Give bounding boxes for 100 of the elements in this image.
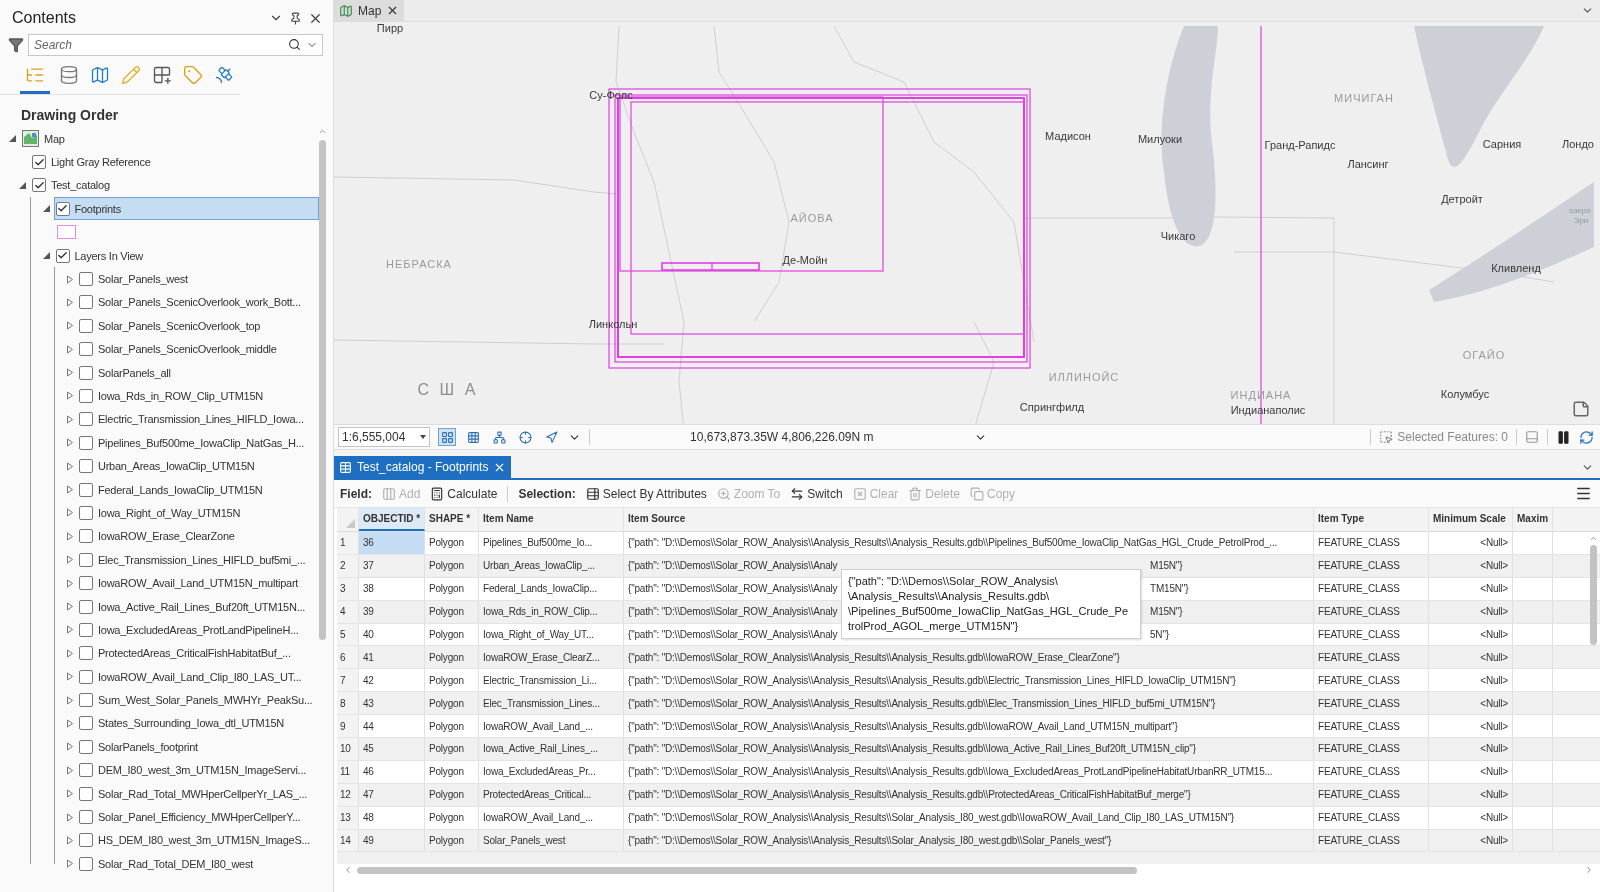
- column-header[interactable]: Item Type: [1314, 508, 1429, 531]
- layer-checkbox[interactable]: [79, 669, 93, 684]
- row-number[interactable]: 11: [337, 760, 359, 783]
- layer-item[interactable]: Electric_Transmission_Lines_HIFLD_Iowa...: [77, 407, 319, 431]
- search-field[interactable]: Search: [28, 34, 323, 56]
- layer-checkbox[interactable]: [79, 693, 93, 708]
- layer-checkbox[interactable]: [79, 552, 93, 567]
- layer-item[interactable]: Layers In View: [53, 244, 319, 268]
- layer-item[interactable]: SolarPanels_footprint: [77, 735, 319, 759]
- layer-checkbox[interactable]: [79, 505, 93, 520]
- scroll-up-icon[interactable]: [317, 127, 327, 136]
- layer-checkbox[interactable]: [32, 155, 46, 170]
- toolbar-button[interactable]: Switch: [790, 486, 843, 501]
- layer-item[interactable]: HS_DEM_I80_west_3m_UTM15N_ImageS...: [77, 828, 319, 852]
- row-number[interactable]: 9: [337, 715, 359, 737]
- menu-icon[interactable]: [1575, 485, 1592, 502]
- filter-icon[interactable]: [8, 37, 24, 53]
- layer-checkbox[interactable]: [79, 576, 93, 591]
- row-number[interactable]: 4: [337, 600, 359, 623]
- row-number[interactable]: 3: [337, 577, 359, 600]
- row-number[interactable]: 12: [337, 783, 359, 806]
- row-number[interactable]: 8: [337, 692, 359, 715]
- layer-item[interactable]: Pipelines_Buf500me_IowaClip_NatGas_H...: [77, 431, 319, 455]
- layer-checkbox[interactable]: [79, 856, 93, 871]
- row-number[interactable]: 2: [337, 554, 359, 577]
- layer-checkbox[interactable]: [79, 482, 93, 497]
- layer-item[interactable]: Iowa_ExcludedAreas_ProtLandPipelineH...: [77, 618, 319, 642]
- layer-item[interactable]: Light Gray Reference: [30, 150, 319, 174]
- column-header[interactable]: OBJECTID *: [359, 508, 425, 531]
- layer-checkbox[interactable]: [79, 599, 93, 614]
- search-icon[interactable]: [288, 38, 301, 51]
- map-tool[interactable]: [516, 428, 534, 446]
- pin-icon[interactable]: [289, 11, 302, 25]
- layer-item[interactable]: Solar_Panels_ScenicOverlook_middle: [77, 337, 319, 361]
- layer-checkbox[interactable]: [79, 833, 93, 848]
- note-icon[interactable]: [1572, 400, 1590, 418]
- layer-checkbox[interactable]: [55, 201, 70, 216]
- column-header[interactable]: Item Name: [479, 508, 624, 531]
- layer-checkbox[interactable]: [79, 716, 93, 731]
- layer-item[interactable]: Solar_Panel_Efficiency_MWHperCellperY...: [77, 805, 319, 829]
- scroll-left-icon[interactable]: [343, 865, 353, 876]
- layer-checkbox[interactable]: [79, 389, 93, 403]
- scroll-right-icon[interactable]: [1584, 865, 1594, 876]
- layer-item[interactable]: ProtectedAreas_CriticalFishHabitatBuf_...: [77, 641, 319, 665]
- layer-checkbox[interactable]: [79, 295, 93, 310]
- layer-item[interactable]: Iowa_Rds_in_ROW_Clip_UTM15N: [77, 384, 319, 408]
- layer-item[interactable]: Iowa_Right_of_Way_UTM15N: [77, 501, 319, 525]
- row-number[interactable]: 14: [337, 829, 359, 852]
- map-tool[interactable]: [438, 428, 456, 446]
- layer-checkbox[interactable]: [79, 622, 93, 637]
- layer-item[interactable]: IowaROW_Avail_Land_Clip_I80_LAS_UT...: [77, 665, 319, 689]
- table-tab[interactable]: Test_catalog - Footprints: [334, 456, 512, 478]
- layer-item[interactable]: Solar_Rad_Total_DEM_I80_west: [77, 852, 319, 876]
- layer-item[interactable]: Solar_Rad_Total_MWHperCellperYr_LAS_...: [77, 782, 319, 806]
- row-number[interactable]: 1: [337, 532, 359, 554]
- row-number[interactable]: 13: [337, 806, 359, 829]
- layer-item[interactable]: IowaROW_Avail_Land_UTM15N_multipart: [77, 571, 319, 595]
- column-header[interactable]: Maxim: [1513, 508, 1553, 531]
- layer-item[interactable]: Urban_Areas_IowaClip_UTM15N: [77, 454, 319, 478]
- layer-item[interactable]: Solar_Panels_ScenicOverlook_work_Bott...: [77, 290, 319, 314]
- layer-item[interactable]: SolarPanels_all: [77, 361, 319, 385]
- column-header[interactable]: Item Source: [624, 508, 1314, 531]
- toolbar-button[interactable]: Calculate: [430, 486, 498, 501]
- layer-item[interactable]: Iowa_Active_Rail_Lines_Buf20ft_UTM15N...: [77, 595, 319, 618]
- pause-icon[interactable]: [1556, 429, 1571, 445]
- column-header[interactable]: Minimum Scale: [1429, 508, 1513, 531]
- map-tool[interactable]: [490, 428, 508, 446]
- layer-item[interactable]: Federal_Lands_IowaClip_UTM15N: [77, 478, 319, 502]
- layer-checkbox[interactable]: [79, 763, 93, 778]
- layer-checkbox[interactable]: [79, 739, 93, 754]
- layer-checkbox[interactable]: [79, 786, 93, 801]
- row-number[interactable]: 5: [337, 623, 359, 646]
- vertical-scrollbar[interactable]: [1588, 534, 1598, 645]
- layer-item[interactable]: Footprints: [53, 197, 319, 221]
- layer-checkbox[interactable]: [79, 646, 93, 661]
- layer-item[interactable]: Test_catalog: [30, 173, 319, 197]
- layer-item[interactable]: DEM_I80_west_3m_UTM15N_ImageServi...: [77, 758, 319, 782]
- row-number[interactable]: 6: [337, 646, 359, 669]
- layer-item[interactable]: States_Surrounding_Iowa_dtl_UTM15N: [77, 711, 319, 735]
- layer-checkbox[interactable]: [79, 810, 93, 824]
- layer-item[interactable]: Elec_Transmission_Lines_HIFLD_buf5mi_...: [77, 548, 319, 572]
- scroll-up-icon[interactable]: [1588, 534, 1598, 543]
- toolbar-button[interactable]: Select By Attributes: [585, 486, 707, 501]
- layer-checkbox[interactable]: [79, 529, 93, 544]
- layer-checkbox[interactable]: [79, 318, 93, 333]
- refresh-icon[interactable]: [1579, 429, 1594, 445]
- layer-item[interactable]: Map: [20, 127, 319, 151]
- layer-checkbox[interactable]: [79, 365, 93, 380]
- layer-checkbox[interactable]: [32, 178, 46, 193]
- layer-item[interactable]: Solar_Panels_ScenicOverlook_top: [77, 314, 319, 338]
- layer-checkbox[interactable]: [79, 272, 93, 287]
- layer-item[interactable]: IowaROW_Erase_ClearZone: [77, 524, 319, 548]
- layer-checkbox[interactable]: [79, 412, 93, 427]
- layer-checkbox[interactable]: [55, 248, 70, 263]
- layer-checkbox[interactable]: [79, 342, 93, 357]
- row-number[interactable]: 10: [337, 738, 359, 760]
- layer-item[interactable]: Solar_Panels_west: [77, 267, 319, 291]
- row-number[interactable]: 7: [337, 669, 359, 692]
- column-header[interactable]: SHAPE *: [425, 508, 479, 531]
- panel-icon[interactable]: [1525, 430, 1539, 444]
